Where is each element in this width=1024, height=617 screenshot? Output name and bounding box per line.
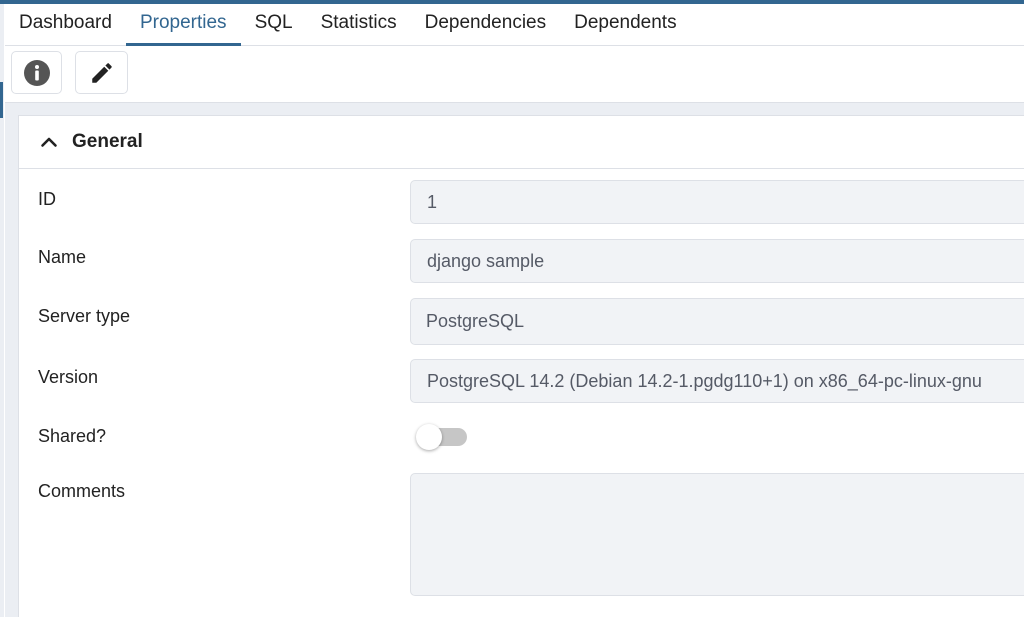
section-title: General	[72, 131, 143, 152]
tab-statistics[interactable]: Statistics	[307, 4, 411, 45]
general-panel: General ID 1 Name django sample Server t…	[18, 115, 1024, 617]
version-label: Version	[38, 367, 99, 387]
tab-bar: Dashboard Properties SQL Statistics Depe…	[5, 4, 1024, 46]
comments-label: Comments	[38, 481, 126, 501]
info-circle-icon	[23, 59, 50, 86]
left-rail-marker	[0, 82, 3, 118]
properties-toolbar	[5, 46, 1024, 103]
server-type-label: Server type	[38, 306, 131, 326]
comments-field[interactable]	[410, 473, 1024, 596]
left-rail	[0, 4, 4, 617]
shared-toggle-knob	[416, 424, 442, 450]
shared-label: Shared?	[38, 426, 107, 446]
id-field[interactable]: 1	[410, 180, 1024, 224]
chevron-up-icon	[41, 137, 57, 147]
tab-dependents[interactable]: Dependents	[560, 4, 690, 45]
name-field[interactable]: django sample	[410, 239, 1024, 283]
tab-dashboard[interactable]: Dashboard	[5, 4, 126, 45]
server-type-field[interactable]: PostgreSQL	[410, 298, 1024, 345]
tab-properties[interactable]: Properties	[125, 4, 241, 46]
version-field[interactable]: PostgreSQL 14.2 (Debian 14.2-1.pgdg110+1…	[410, 359, 1024, 403]
shared-toggle[interactable]	[416, 423, 469, 451]
edit-button[interactable]	[75, 51, 128, 94]
info-button[interactable]	[11, 51, 62, 94]
name-label: Name	[38, 247, 87, 267]
id-label: ID	[38, 189, 56, 209]
tab-dependencies[interactable]: Dependencies	[411, 4, 560, 45]
tab-sql[interactable]: SQL	[241, 4, 307, 45]
general-section-header[interactable]: General	[19, 116, 1024, 169]
pencil-icon	[91, 62, 112, 83]
